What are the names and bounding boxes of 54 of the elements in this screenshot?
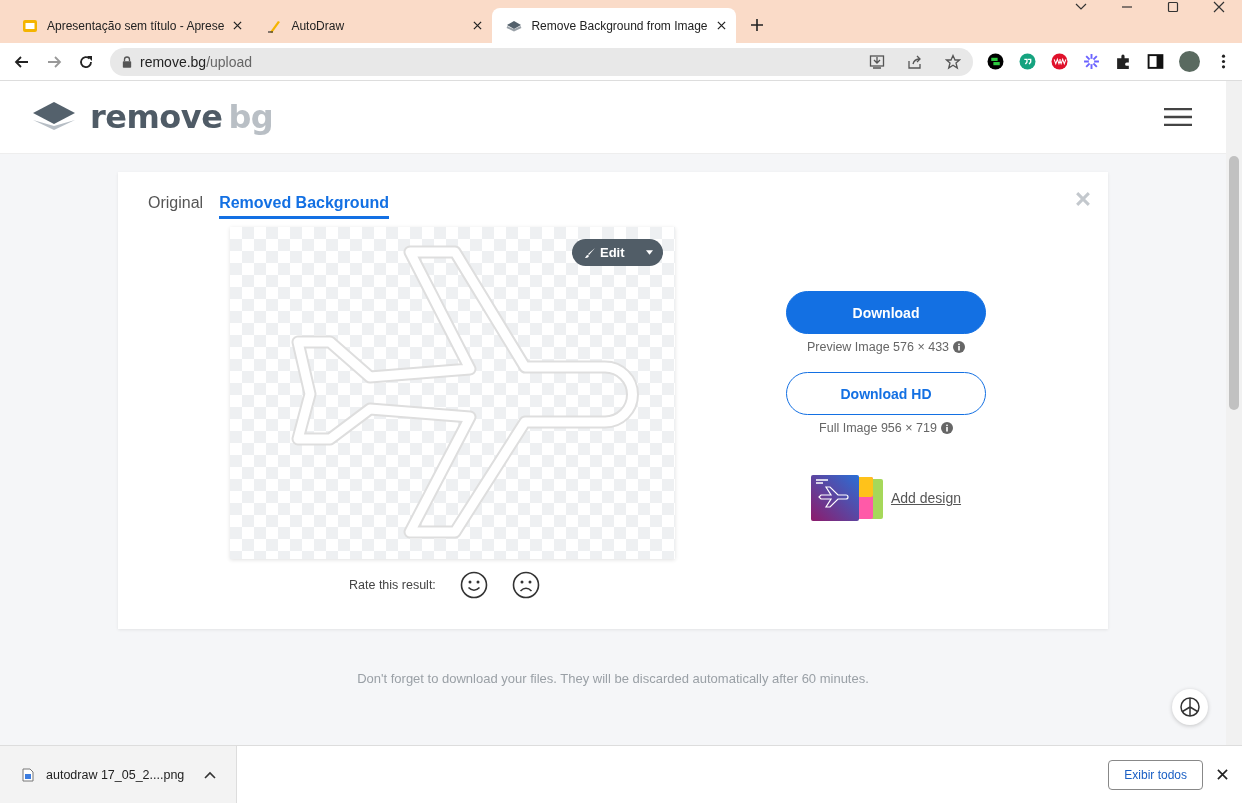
- image-size-note: Preview Image 576 × 433: [806, 340, 950, 354]
- forward-arrow-icon[interactable]: [46, 53, 62, 70]
- avatar[interactable]: [1179, 51, 1200, 72]
- puzzle-icon[interactable]: [1115, 53, 1132, 70]
- star-icon[interactable]: [945, 53, 961, 70]
- view-tab[interactable]: Removed Background: [219, 194, 389, 219]
- caret-icon: [646, 250, 653, 255]
- new-tab-icon[interactable]: [749, 18, 764, 32]
- slides-icon: [22, 17, 38, 34]
- layers-logo-icon[interactable]: [32, 101, 76, 133]
- close-icon[interactable]: [1217, 769, 1228, 780]
- close-icon[interactable]: [473, 21, 483, 30]
- lock-icon: [122, 55, 132, 68]
- address-bar[interactable]: remove.bg/upload: [110, 47, 973, 76]
- show-all-button[interactable]: Exibir todos: [1108, 759, 1203, 790]
- tab-title: Apresentação sem título - Aprese: [47, 18, 225, 33]
- edit-button[interactable]: Edit: [572, 239, 663, 266]
- menu-icon[interactable]: [1164, 108, 1192, 126]
- quote-icon[interactable]: [1019, 53, 1036, 70]
- chevron-up-icon[interactable]: [204, 770, 217, 779]
- extension-icon[interactable]: [987, 53, 1004, 70]
- browser-tab[interactable]: Remove Background from Image: [492, 8, 736, 43]
- file-icon: [22, 767, 34, 782]
- download-button[interactable]: Download HD: [786, 372, 986, 415]
- tab-title: AutoDraw: [291, 18, 346, 33]
- view-tab[interactable]: Original: [148, 194, 204, 219]
- design-thumbnails-icon[interactable]: [810, 475, 883, 521]
- url-text: remove.bg/upload: [140, 53, 253, 70]
- rating-label: Rate this result:: [349, 578, 436, 592]
- maximize-icon[interactable]: [1167, 0, 1179, 13]
- scrollbar-thumb[interactable]: [1229, 156, 1239, 410]
- logo-text[interactable]: remove bg: [90, 98, 274, 136]
- sparkle-icon[interactable]: [1083, 53, 1100, 70]
- browser-tab[interactable]: Apresentação sem título - Aprese: [8, 8, 253, 43]
- side-panel-icon[interactable]: [1147, 53, 1164, 70]
- footer-note: Don't forget to download your files. They will be discarded automatically after 60 minutes.: [356, 671, 870, 686]
- share-icon[interactable]: [907, 53, 923, 70]
- reload-icon[interactable]: [78, 53, 94, 70]
- close-icon[interactable]: [716, 21, 726, 30]
- brush-icon: [584, 246, 596, 259]
- image-size-note: Full Image 956 × 719: [819, 421, 937, 435]
- add-design-link[interactable]: Add design: [890, 490, 962, 506]
- info-icon[interactable]: [940, 422, 953, 434]
- info-icon[interactable]: [953, 341, 966, 353]
- close-icon[interactable]: [233, 21, 243, 30]
- install-icon[interactable]: [869, 53, 885, 70]
- close-icon[interactable]: [1213, 0, 1225, 13]
- smiley-icon[interactable]: [459, 571, 488, 599]
- browser-tab[interactable]: AutoDraw: [252, 8, 493, 43]
- tab-title: Remove Background from Image: [531, 18, 708, 33]
- frown-icon[interactable]: [511, 571, 540, 599]
- download-item[interactable]: autodraw 17_05_2....png: [0, 746, 237, 803]
- download-button[interactable]: Download: [786, 291, 986, 334]
- back-arrow-icon[interactable]: [14, 53, 30, 70]
